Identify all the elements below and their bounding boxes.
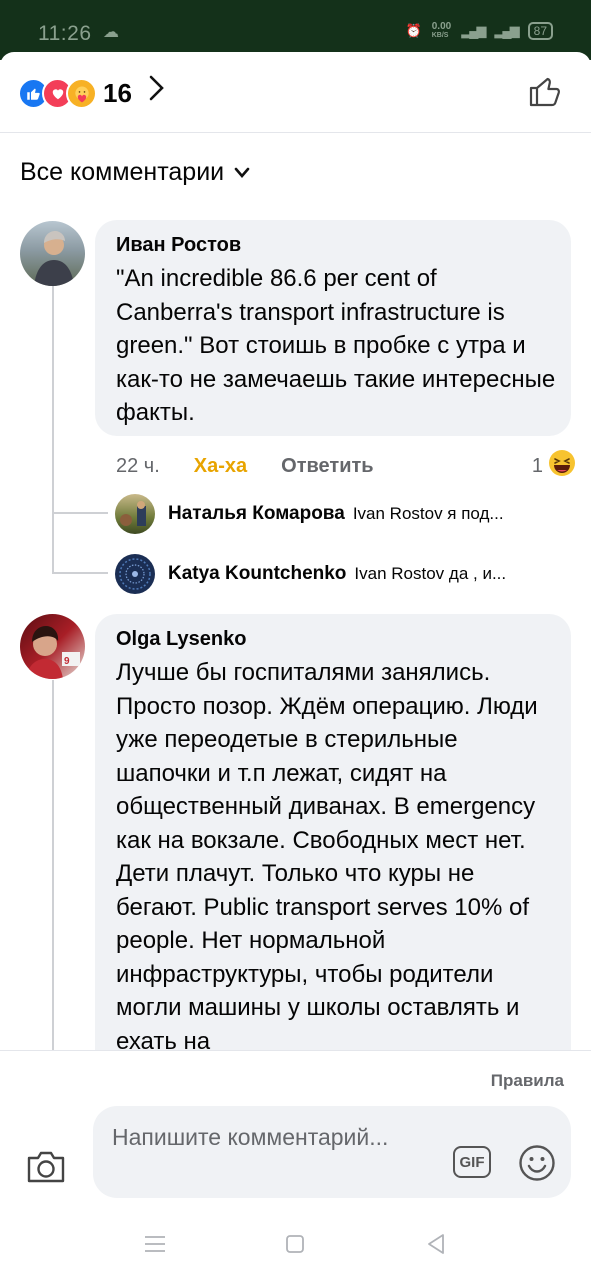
- camera-icon[interactable]: [25, 1149, 67, 1190]
- reply-avatar: [115, 494, 155, 534]
- cloud-icon: ☁: [103, 24, 119, 41]
- comment-input[interactable]: Напишите комментарий... GIF: [93, 1106, 571, 1198]
- status-bar: 11:26 ☁ ⏰ 0.00 KB/S ▂▄▆ ▂▄▆ 87: [0, 0, 591, 60]
- battery-icon: 87: [527, 22, 553, 40]
- net-speed-value: 0.00: [431, 21, 452, 32]
- haha-emoji-icon: [548, 449, 576, 483]
- alarm-icon: ⏰: [405, 23, 422, 38]
- reply-item[interactable]: Katya Kountchenko Ivan Rostov да , и...: [115, 554, 567, 594]
- system-nav-bar: [0, 1220, 591, 1280]
- haha-reaction-button[interactable]: Ха-ха: [194, 455, 247, 478]
- comment-filter-dropdown[interactable]: Все комментарии: [20, 158, 250, 187]
- reaction-icons[interactable]: [18, 78, 97, 109]
- svg-text:9: 9: [64, 656, 70, 667]
- thread-connector: [52, 572, 108, 574]
- reply-author[interactable]: Katya Kountchenko: [168, 563, 346, 585]
- comment-meta: 22 ч. Ха-ха Ответить 1: [116, 449, 576, 483]
- emoji-icon[interactable]: [518, 1144, 556, 1187]
- thread-line: [52, 680, 54, 1050]
- reply-author[interactable]: Наталья Комарова: [168, 503, 345, 525]
- thread-connector: [52, 512, 108, 514]
- thread-line: [52, 284, 54, 574]
- comment-author[interactable]: Olga Lysenko: [116, 628, 246, 651]
- reply-item[interactable]: Наталья Комарова Ivan Rostov я под...: [115, 494, 567, 534]
- status-time: 11:26: [38, 22, 92, 45]
- gif-button[interactable]: GIF: [453, 1146, 491, 1178]
- reaction-header[interactable]: 16: [0, 52, 591, 133]
- reply-avatar: [115, 554, 155, 594]
- comment-time[interactable]: 22 ч.: [116, 455, 160, 478]
- reply-snippet: Ivan Rostov да , и...: [354, 564, 507, 583]
- filter-label: Все комментарии: [20, 158, 225, 186]
- comment-bubble[interactable]: Иван Ростов "An incredible 86.6 per cent…: [95, 220, 571, 436]
- comment-text: "An incredible 86.6 per cent of Canberra…: [116, 265, 556, 426]
- avatar[interactable]: 9: [20, 614, 85, 679]
- reaction-count[interactable]: 16: [103, 78, 132, 109]
- rules-link[interactable]: Правила: [491, 1071, 564, 1091]
- comment-reaction-count[interactable]: 1: [532, 455, 543, 478]
- gif-label: GIF: [459, 1153, 485, 1171]
- comment-text: Лучше бы госпиталями занялись. Просто по…: [116, 659, 538, 1055]
- net-speed: 0.00 KB/S: [432, 22, 451, 40]
- home-icon[interactable]: [285, 1234, 305, 1259]
- care-reaction-icon: [66, 78, 97, 109]
- chevron-right-icon[interactable]: [148, 74, 166, 110]
- status-right: ⏰ 0.00 KB/S ▂▄▆ ▂▄▆ 87: [406, 22, 553, 40]
- reply-button[interactable]: Ответить: [281, 455, 373, 478]
- signal-4g-icon: ▂▄▆: [494, 23, 519, 38]
- comments-sheet: 16 Все комментарии Иван Ростов "An incre…: [0, 52, 591, 1281]
- net-speed-unit: KB/S: [431, 32, 449, 39]
- avatar[interactable]: [20, 221, 85, 286]
- reply-snippet: Ivan Rostov я под...: [352, 504, 504, 523]
- comment-input-placeholder[interactable]: Напишите комментарий...: [112, 1122, 412, 1152]
- like-button[interactable]: [528, 74, 562, 108]
- signal-icon: ▂▄▆: [461, 23, 486, 38]
- comment-author[interactable]: Иван Ростов: [116, 234, 241, 257]
- menu-icon[interactable]: [144, 1234, 166, 1259]
- chevron-down-icon: [234, 167, 250, 178]
- back-icon[interactable]: [425, 1233, 447, 1260]
